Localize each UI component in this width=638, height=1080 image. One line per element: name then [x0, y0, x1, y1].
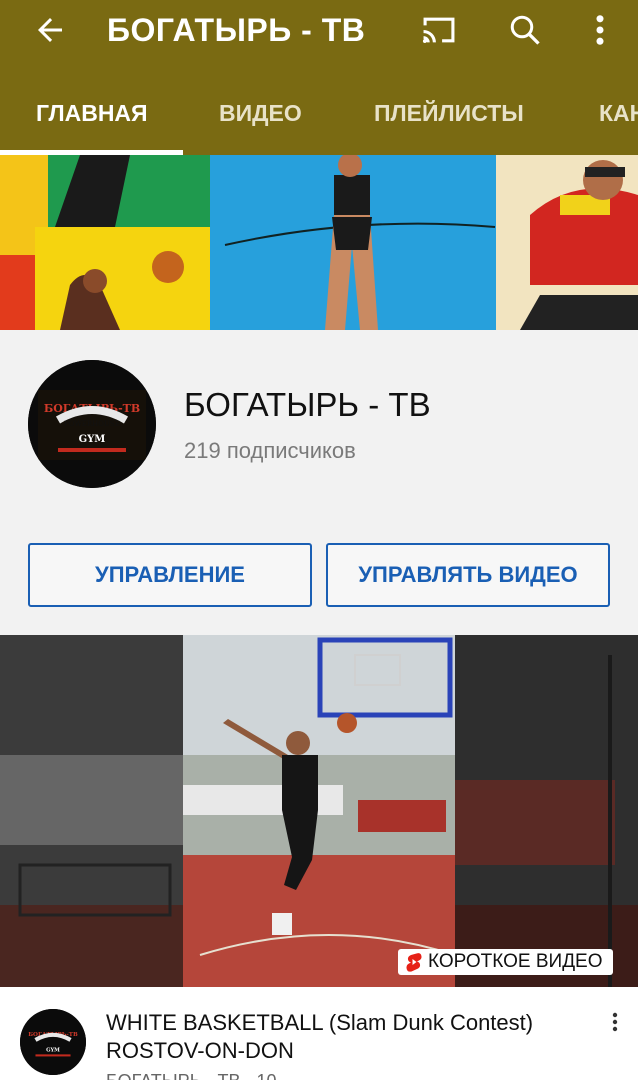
tab-channels[interactable]: КАН [599, 80, 638, 155]
video-meta: БОГАТЫРЬ - ТВ · 10 [106, 1071, 277, 1080]
channel-avatar[interactable]: БОГАТЫРЬ-ТВ POWERHOUSE GYM [28, 360, 156, 488]
search-button[interactable] [500, 8, 550, 52]
channel-banner [0, 155, 638, 330]
channel-title: БОГАТЫРЬ - ТВ [107, 12, 366, 48]
manage-button[interactable]: УПРАВЛЕНИЕ [28, 543, 312, 607]
channel-tabs: ГЛАВНАЯ ВИДЕО ПЛЕЙЛИСТЫ КАН [0, 80, 638, 155]
cast-icon [422, 17, 455, 43]
cast-button[interactable] [414, 8, 464, 52]
video-channel-avatar[interactable]: БОГАТЫРЬ-ТВ GYM [20, 1009, 86, 1075]
search-icon [510, 15, 540, 45]
tab-home[interactable]: ГЛАВНАЯ [36, 80, 148, 155]
arrow-left-icon [38, 18, 62, 42]
short-video-label: КОРОТКОЕ ВИДЕО [428, 951, 603, 972]
channel-logo-small: БОГАТЫРЬ-ТВ GYM [20, 1009, 86, 1075]
channel-info: БОГАТЫРЬ-ТВ POWERHOUSE GYM БОГАТЫРЬ - ТВ… [0, 330, 638, 635]
more-vert-icon [612, 1012, 618, 1032]
video-info-row[interactable]: БОГАТЫРЬ-ТВ GYM WHITE BASKETBALL (Slam D… [0, 987, 638, 1080]
more-vert-icon [596, 15, 604, 45]
more-options-button[interactable] [580, 8, 620, 52]
subscriber-count: 219 подписчиков [184, 438, 356, 463]
video-thumbnail-image [0, 635, 638, 987]
tab-videos[interactable]: ВИДЕО [219, 80, 302, 155]
svg-text:POWERHOUSE: POWERHOUSE [64, 420, 120, 428]
channel-logo: БОГАТЫРЬ-ТВ POWERHOUSE GYM [28, 360, 156, 488]
tab-playlists[interactable]: ПЛЕЙЛИСТЫ [374, 80, 524, 155]
toolbar: БОГАТЫРЬ - ТВ [0, 0, 638, 60]
svg-text:GYM: GYM [46, 1047, 60, 1053]
svg-text:GYM: GYM [79, 434, 106, 445]
video-title[interactable]: WHITE BASKETBALL (Slam Dunk Contest) ROS… [106, 1009, 596, 1065]
video-more-button[interactable] [600, 1011, 630, 1041]
app-bar: БОГАТЫРЬ - ТВ ГЛАВНАЯ ВИДЕО ПЛЕЙЛИСТЫ КА… [0, 0, 638, 155]
short-video-badge: КОРОТКОЕ ВИДЕО [398, 949, 613, 975]
featured-video-thumbnail[interactable] [0, 635, 638, 987]
shorts-icon [406, 953, 422, 972]
banner-image [0, 155, 638, 330]
channel-name: БОГАТЫРЬ - ТВ [184, 386, 431, 423]
manage-videos-button[interactable]: УПРАВЛЯТЬ ВИДЕО [326, 543, 610, 607]
back-button[interactable] [26, 8, 74, 52]
